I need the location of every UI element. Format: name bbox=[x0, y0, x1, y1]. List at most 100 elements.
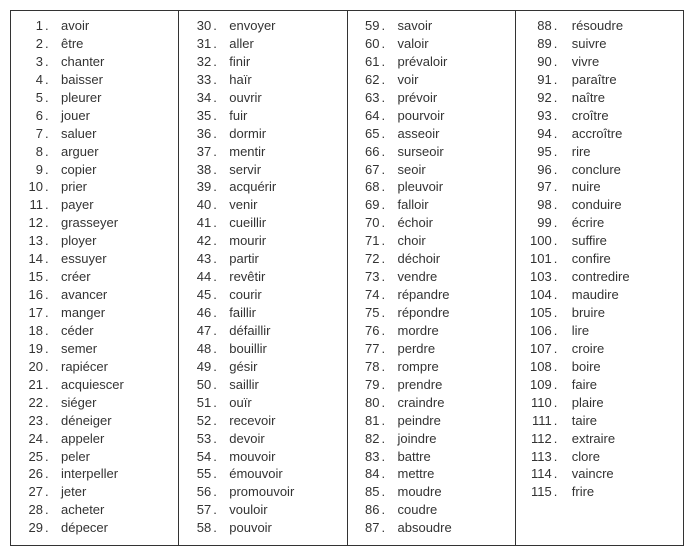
list-item: 32.finir bbox=[183, 53, 342, 71]
item-number: 12 bbox=[15, 214, 45, 232]
item-number: 75 bbox=[352, 304, 382, 322]
item-dot: . bbox=[554, 71, 562, 89]
item-number: 44 bbox=[183, 268, 213, 286]
item-word: jeter bbox=[53, 483, 86, 501]
item-dot: . bbox=[554, 340, 562, 358]
item-word: revêtir bbox=[221, 268, 265, 286]
item-number: 76 bbox=[352, 322, 382, 340]
item-word: saluer bbox=[53, 125, 96, 143]
item-number: 78 bbox=[352, 358, 382, 376]
list-item: 3.chanter bbox=[15, 53, 174, 71]
item-number: 28 bbox=[15, 501, 45, 519]
item-dot: . bbox=[382, 394, 390, 412]
item-number: 68 bbox=[352, 178, 382, 196]
item-dot: . bbox=[213, 214, 221, 232]
item-dot: . bbox=[213, 35, 221, 53]
item-word: écrire bbox=[562, 214, 605, 232]
item-number: 66 bbox=[352, 143, 382, 161]
list-item: 52.recevoir bbox=[183, 412, 342, 430]
item-number: 90 bbox=[520, 53, 554, 71]
item-number: 4 bbox=[15, 71, 45, 89]
item-number: 74 bbox=[352, 286, 382, 304]
item-dot: . bbox=[45, 107, 53, 125]
item-number: 20 bbox=[15, 358, 45, 376]
item-dot: . bbox=[554, 214, 562, 232]
list-item: 7.saluer bbox=[15, 125, 174, 143]
item-dot: . bbox=[382, 286, 390, 304]
item-word: baisser bbox=[53, 71, 103, 89]
list-item: 91.paraître bbox=[520, 71, 679, 89]
item-number: 10 bbox=[15, 178, 45, 196]
item-number: 97 bbox=[520, 178, 554, 196]
item-number: 15 bbox=[15, 268, 45, 286]
item-word: pleurer bbox=[53, 89, 101, 107]
list-item: 109.faire bbox=[520, 376, 679, 394]
item-dot: . bbox=[554, 250, 562, 268]
item-word: croître bbox=[562, 107, 609, 125]
item-number: 98 bbox=[520, 196, 554, 214]
list-item: 55.émouvoir bbox=[183, 465, 342, 483]
item-dot: . bbox=[554, 35, 562, 53]
list-item: 30.envoyer bbox=[183, 17, 342, 35]
list-item: 45.courir bbox=[183, 286, 342, 304]
list-item: 27.jeter bbox=[15, 483, 174, 501]
list-item: 84.mettre bbox=[352, 465, 511, 483]
list-item: 114.vaincre bbox=[520, 465, 679, 483]
item-number: 109 bbox=[520, 376, 554, 394]
item-number: 11 bbox=[15, 196, 45, 214]
item-word: avancer bbox=[53, 286, 107, 304]
item-dot: . bbox=[45, 35, 53, 53]
list-item: 2.être bbox=[15, 35, 174, 53]
item-dot: . bbox=[213, 143, 221, 161]
item-word: voir bbox=[390, 71, 419, 89]
column-4: 88.résoudre89.suivre90.vivre91.paraître9… bbox=[516, 11, 683, 545]
item-word: asseoir bbox=[390, 125, 440, 143]
item-number: 2 bbox=[15, 35, 45, 53]
item-word: extraire bbox=[562, 430, 615, 448]
list-item: 50.saillir bbox=[183, 376, 342, 394]
item-number: 24 bbox=[15, 430, 45, 448]
item-dot: . bbox=[45, 143, 53, 161]
item-number: 94 bbox=[520, 125, 554, 143]
item-word: accroître bbox=[562, 125, 623, 143]
item-word: partir bbox=[221, 250, 259, 268]
item-number: 107 bbox=[520, 340, 554, 358]
item-word: craindre bbox=[390, 394, 445, 412]
item-word: vouloir bbox=[221, 501, 267, 519]
item-word: essuyer bbox=[53, 250, 107, 268]
column-2: 30.envoyer31.aller32.finir33.haïr34.ouvr… bbox=[179, 11, 347, 545]
list-item: 89.suivre bbox=[520, 35, 679, 53]
item-word: devoir bbox=[221, 430, 264, 448]
item-number: 79 bbox=[352, 376, 382, 394]
list-item: 23.déneiger bbox=[15, 412, 174, 430]
item-number: 114 bbox=[520, 465, 554, 483]
verb-table: 1.avoir2.être3.chanter4.baisser5.pleurer… bbox=[10, 10, 684, 546]
item-dot: . bbox=[554, 17, 562, 35]
item-number: 89 bbox=[520, 35, 554, 53]
item-number: 13 bbox=[15, 232, 45, 250]
item-word: falloir bbox=[390, 196, 429, 214]
item-word: promouvoir bbox=[221, 483, 294, 501]
item-word: pourvoir bbox=[390, 107, 445, 125]
list-item: 100.suffire bbox=[520, 232, 679, 250]
item-number: 1 bbox=[15, 17, 45, 35]
item-number: 88 bbox=[520, 17, 554, 35]
item-number: 91 bbox=[520, 71, 554, 89]
list-item: 69.falloir bbox=[352, 196, 511, 214]
item-word: conclure bbox=[562, 161, 621, 179]
list-item: 113.clore bbox=[520, 448, 679, 466]
item-word: jouer bbox=[53, 107, 90, 125]
list-item: 99.écrire bbox=[520, 214, 679, 232]
item-word: créer bbox=[53, 268, 91, 286]
item-word: servir bbox=[221, 161, 261, 179]
item-number: 62 bbox=[352, 71, 382, 89]
item-number: 115 bbox=[520, 483, 554, 501]
item-dot: . bbox=[382, 250, 390, 268]
item-number: 111 bbox=[520, 412, 554, 430]
list-item: 71.choir bbox=[352, 232, 511, 250]
list-item: 1.avoir bbox=[15, 17, 174, 35]
item-dot: . bbox=[382, 304, 390, 322]
list-item: 49.gésir bbox=[183, 358, 342, 376]
item-number: 19 bbox=[15, 340, 45, 358]
item-number: 16 bbox=[15, 286, 45, 304]
